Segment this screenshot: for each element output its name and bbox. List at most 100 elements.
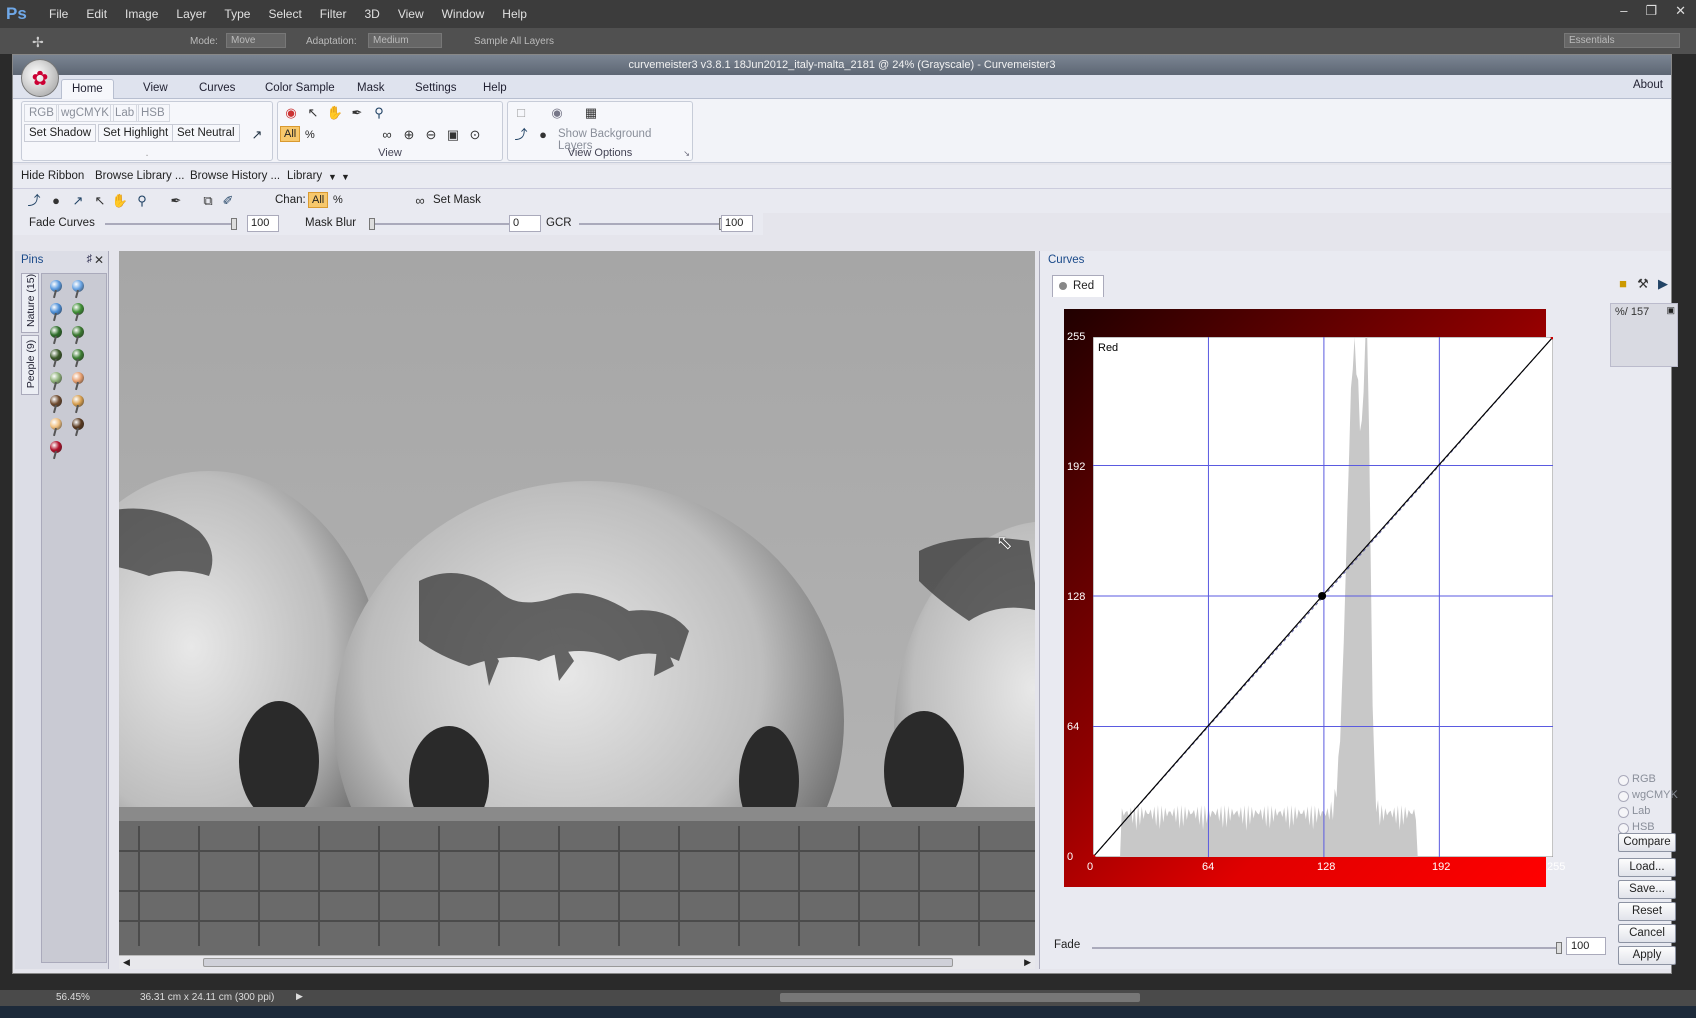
app-orb-icon[interactable]: ✿ (21, 59, 59, 97)
zoom-out-icon[interactable]: ⊖ (422, 126, 440, 144)
minimize-icon[interactable]: – (1620, 3, 1627, 19)
menu-image[interactable]: Image (116, 7, 167, 21)
pin-icon[interactable] (50, 441, 62, 453)
curve-tool-icon[interactable]: ↗ (69, 192, 87, 210)
tab-settings[interactable]: Settings (405, 79, 467, 99)
glasses-icon[interactable]: ● (534, 126, 552, 144)
curve-point[interactable] (1318, 591, 1327, 600)
mask-blur-input[interactable]: 0 (509, 215, 541, 232)
scrollbar-thumb[interactable] (203, 958, 953, 967)
horizontal-scrollbar[interactable]: ◀ ▶ (119, 955, 1035, 969)
menu-view[interactable]: View (389, 7, 433, 21)
image-view-icon[interactable]: ▦ (582, 104, 600, 122)
zoom-icon[interactable]: ⚲ (370, 104, 388, 122)
set-neutral-button[interactable]: Set Neutral (172, 124, 240, 142)
mask-link-icon[interactable]: ∞ (378, 126, 396, 144)
chan-percent-toggle[interactable]: % (333, 194, 343, 206)
adaptation-select[interactable]: Medium (368, 33, 442, 48)
percent-toggle[interactable]: % (300, 126, 320, 144)
scroll-right-icon[interactable]: ▶ (1024, 957, 1031, 968)
tab-channel-red[interactable]: Red (1052, 275, 1104, 297)
mode-select[interactable]: Move (226, 33, 286, 48)
reset-button[interactable]: Reset (1618, 902, 1676, 921)
pointer-icon[interactable]: ↖ (91, 192, 109, 210)
brush-icon[interactable]: ✐ (219, 192, 237, 210)
app-curve-icon[interactable]: ◉ (282, 104, 300, 122)
pin-icon[interactable] (50, 303, 62, 315)
tab-help[interactable]: Help (473, 79, 517, 99)
browse-history-button[interactable]: Browse History ... (190, 170, 280, 182)
glasses-icon[interactable]: ● (47, 192, 65, 210)
apply-button[interactable]: Apply (1618, 946, 1676, 965)
gcr-input[interactable]: 100 (721, 215, 753, 232)
menu-3d[interactable]: 3D (355, 7, 388, 21)
mode-radio-lab[interactable]: Lab (1618, 805, 1650, 818)
eyedropper-icon[interactable]: ✒ (348, 104, 366, 122)
set-highlight-button[interactable]: Set Highlight (98, 124, 174, 142)
load-button[interactable]: Load... (1618, 858, 1676, 877)
status-scrollbar[interactable] (780, 993, 1140, 1002)
fade-curves-input[interactable]: 100 (247, 215, 279, 232)
zoom-fit-icon[interactable]: ▣ (444, 126, 462, 144)
close-icon[interactable]: ✕ (1675, 3, 1686, 19)
curve-graph[interactable]: Red (1093, 337, 1553, 857)
tab-view[interactable]: View (133, 79, 178, 99)
colorspace-hsb[interactable]: HSB (136, 104, 170, 122)
menu-file[interactable]: File (40, 7, 77, 21)
pin-icon[interactable] (72, 326, 84, 338)
colorspace-rgb[interactable]: RGB (24, 104, 59, 122)
restore-icon[interactable]: ❐ (1645, 3, 1657, 19)
pin-icon[interactable] (50, 349, 62, 361)
pin-tool-icon[interactable]: ⤴ (25, 192, 43, 210)
tab-people[interactable]: People (9) (21, 335, 39, 395)
scroll-left-icon[interactable]: ◀ (123, 957, 130, 968)
set-shadow-button[interactable]: Set Shadow (24, 124, 97, 142)
eyedropper-curve-icon[interactable]: ↗ (248, 126, 266, 144)
menu-layer[interactable]: Layer (167, 7, 215, 21)
pin-panel-icon[interactable]: ♯ (87, 253, 93, 265)
mode-radio-wgcmyk[interactable]: wgCMYK (1618, 789, 1678, 802)
gcr-slider[interactable] (579, 218, 725, 230)
menu-edit[interactable]: Edit (77, 7, 116, 21)
menu-window[interactable]: Window (433, 7, 494, 21)
dialog-launcher-icon[interactable]: ↘ (683, 149, 690, 158)
hide-ribbon-button[interactable]: Hide Ribbon (21, 170, 84, 182)
save-button[interactable]: Save... (1618, 880, 1676, 899)
mask-icon[interactable]: ∞ (411, 192, 429, 210)
tab-home[interactable]: Home (61, 79, 114, 99)
pin-tool-icon[interactable]: ⤴ (512, 126, 530, 144)
zoom-icon[interactable]: ⚲ (133, 192, 151, 210)
chevron-down-icon[interactable]: ▼ (328, 172, 337, 182)
tab-mask[interactable]: Mask (347, 79, 394, 99)
pin-icon[interactable] (72, 303, 84, 315)
mask-blur-thumb[interactable] (369, 218, 375, 230)
colorspace-wgcmyk[interactable]: wgCMYK (56, 104, 114, 122)
about-link[interactable]: About (1633, 79, 1663, 91)
overflow-icon[interactable]: ▼ (341, 172, 350, 182)
hand-icon[interactable]: ✋ (111, 192, 129, 210)
zoom-in-icon[interactable]: ⊕ (400, 126, 418, 144)
set-mask-dropdown[interactable]: Set Mask (433, 194, 481, 206)
pin-icon[interactable] (50, 280, 62, 292)
fade-curves-slider[interactable] (105, 218, 237, 230)
pin-icon[interactable] (72, 418, 84, 430)
fade-curves-thumb[interactable] (231, 218, 237, 230)
zoom-level[interactable]: 56.45% (56, 992, 90, 1003)
mask-blur-slider[interactable] (369, 218, 509, 230)
cancel-button[interactable]: Cancel (1618, 924, 1676, 943)
pointer-icon[interactable]: ↖ (304, 104, 322, 122)
library-dropdown[interactable]: Library (287, 170, 322, 182)
status-menu-icon[interactable]: ▶ (296, 991, 303, 1002)
menu-help[interactable]: Help (493, 7, 536, 21)
hand-icon[interactable]: ✋ (326, 104, 344, 122)
pin-icon[interactable] (72, 372, 84, 384)
colorspace-lab[interactable]: Lab (110, 104, 140, 122)
expand-icon[interactable]: ▣ (1666, 305, 1675, 316)
tab-curves[interactable]: Curves (189, 79, 245, 99)
pin-icon[interactable] (50, 326, 62, 338)
zoom-actual-icon[interactable]: ⊙ (466, 126, 484, 144)
tools-icon[interactable]: ⚒ (1634, 275, 1652, 293)
close-icon[interactable]: ✕ (94, 253, 104, 267)
workspace-select[interactable]: Essentials (1564, 33, 1680, 48)
eyedropper-icon[interactable]: ✒ (167, 192, 185, 210)
